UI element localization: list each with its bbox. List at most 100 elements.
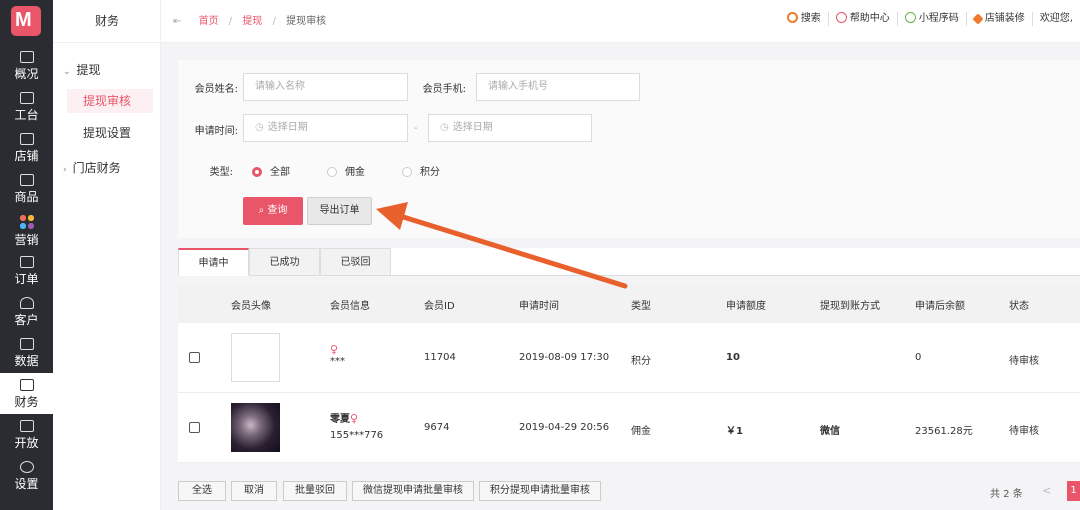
rail-item-overview[interactable]: 概况 bbox=[0, 45, 53, 86]
filter-panel: 会员姓名: 请输入名称 会员手机: 请输入手机号 申请时间: ◷ 选择日期 - ◷… bbox=[178, 60, 1080, 238]
sidebar-title: 财务 bbox=[94, 14, 119, 28]
tab-pending[interactable]: 申请中 bbox=[178, 248, 249, 276]
type-radio-commission[interactable]: 佣金 bbox=[327, 163, 365, 178]
balance-after: 23561.28元 bbox=[915, 426, 973, 437]
status-tabs: 申请中 已成功 已驳回 bbox=[178, 248, 1080, 276]
header-tools: 搜索 帮助中心 小程序码 店铺装修 欢迎您, bbox=[780, 12, 1080, 26]
rail-item-workbench[interactable]: 工台 bbox=[0, 86, 53, 127]
rail-item-data[interactable]: 数据 bbox=[0, 332, 53, 373]
monitor-icon bbox=[19, 51, 34, 63]
chevron-right-icon: › bbox=[63, 165, 67, 175]
breadcrumb-current: 提现审核 bbox=[286, 16, 327, 27]
sidebar-item-withdraw-settings[interactable]: 提现设置 bbox=[67, 121, 153, 145]
store-icon bbox=[19, 133, 34, 145]
apply-amount: ￥1 bbox=[726, 426, 743, 437]
chevron-down-icon: ⌄ bbox=[63, 67, 71, 77]
withdraw-type: 佣金 bbox=[631, 426, 651, 437]
table-row: ♀ *** 11704 2019-08-09 17:30 积分 10 0 待审核 bbox=[178, 323, 1080, 393]
col-balance: 申请后余额 bbox=[915, 301, 965, 312]
tab-succeeded[interactable]: 已成功 bbox=[249, 248, 320, 276]
col-status: 状态 bbox=[1009, 301, 1029, 312]
sidebar-group-store-finance[interactable]: › 门店财务 bbox=[63, 159, 121, 176]
rail-item-products[interactable]: 商品 bbox=[0, 168, 53, 209]
select-all-button[interactable]: 全选 bbox=[178, 481, 226, 501]
end-date-input[interactable]: ◷ 选择日期 bbox=[428, 114, 592, 142]
type-label: 类型: bbox=[209, 167, 233, 178]
gear-icon bbox=[19, 461, 34, 473]
help-center-button[interactable]: 帮助中心 bbox=[827, 12, 897, 26]
order-icon bbox=[19, 256, 34, 268]
sidebar-group-withdraw[interactable]: ⌄ 提现 bbox=[63, 61, 101, 78]
rail-item-marketing[interactable]: 营销 bbox=[0, 209, 53, 250]
secondary-sidebar: 财务 ⌄ 提现 提现审核 提现设置 › 门店财务 bbox=[53, 0, 161, 510]
rail-item-customers[interactable]: 客户 bbox=[0, 291, 53, 332]
female-icon: ♀ bbox=[350, 412, 359, 425]
tab-rejected[interactable]: 已驳回 bbox=[320, 248, 391, 276]
apply-time: 2019-08-09 17:30 bbox=[519, 352, 610, 363]
member-name-label: 会员姓名: bbox=[194, 84, 238, 95]
brush-icon bbox=[972, 13, 984, 25]
apply-amount: 10 bbox=[726, 352, 740, 363]
query-button[interactable]: ⌕ 查询 bbox=[243, 197, 303, 225]
member-name-input[interactable]: 请输入名称 bbox=[243, 73, 408, 101]
rail-item-open[interactable]: 开放 bbox=[0, 414, 53, 455]
status-text: 待审核 bbox=[1009, 356, 1039, 367]
chart-icon bbox=[19, 338, 34, 350]
bag-icon bbox=[19, 174, 34, 186]
store-decorate-button[interactable]: 店铺装修 bbox=[965, 12, 1032, 26]
breadcrumb-withdraw[interactable]: 提现 bbox=[242, 16, 262, 27]
prev-page-button[interactable]: < bbox=[1042, 484, 1051, 497]
sidebar-item-withdraw-review[interactable]: 提现审核 bbox=[67, 89, 153, 113]
balance-after: 0 bbox=[915, 352, 922, 363]
table-header: 会员头像 会员信息 会员ID 申请时间 类型 申请额度 提现到账方式 申请后余额… bbox=[178, 284, 1080, 323]
type-radio-all[interactable]: 全部 bbox=[252, 163, 290, 178]
miniapp-code-button[interactable]: 小程序码 bbox=[896, 12, 966, 26]
cancel-selection-button[interactable]: 取消 bbox=[231, 481, 277, 501]
female-icon: ♀ bbox=[330, 343, 339, 356]
start-date-input[interactable]: ◷ 选择日期 bbox=[243, 114, 408, 142]
radio-dot bbox=[252, 167, 262, 177]
clock-icon: ◷ bbox=[440, 122, 449, 133]
row-checkbox[interactable] bbox=[189, 352, 200, 363]
total-count: 共 2 条 bbox=[990, 489, 1023, 500]
breadcrumb-separator: / bbox=[228, 16, 233, 27]
main-content: 会员姓名: 请输入名称 会员手机: 请输入手机号 申请时间: ◷ 选择日期 - ◷… bbox=[178, 60, 1080, 510]
search-icon bbox=[786, 12, 798, 23]
member-phone-label: 会员手机: bbox=[422, 84, 466, 95]
avatar bbox=[231, 403, 280, 452]
apply-time: 2019-04-29 20:56 bbox=[519, 422, 610, 433]
radio-dot bbox=[402, 167, 412, 177]
col-avatar: 会员头像 bbox=[231, 301, 271, 312]
top-header: ⇤ 首页 / 提现 / 提现审核 搜索 帮助中心 小程序码 店铺装修 欢迎您, bbox=[161, 0, 1080, 43]
points-batch-review-button[interactable]: 积分提现申请批量审核 bbox=[479, 481, 601, 501]
breadcrumb-home[interactable]: 首页 bbox=[199, 16, 219, 27]
rail-item-finance[interactable]: 财务 bbox=[0, 373, 53, 414]
search-button[interactable]: 搜索 bbox=[780, 12, 828, 26]
rail-item-store[interactable]: 店铺 bbox=[0, 127, 53, 168]
wechat-batch-review-button[interactable]: 微信提现申请批量审核 bbox=[352, 481, 474, 501]
rail-item-settings[interactable]: 设置 bbox=[0, 455, 53, 496]
avatar bbox=[231, 333, 280, 382]
type-radio-points[interactable]: 积分 bbox=[402, 163, 440, 178]
breadcrumb: ⇤ 首页 / 提现 / 提现审核 bbox=[173, 12, 326, 27]
member-info: 零夏♀ 155***776 bbox=[330, 412, 384, 441]
export-orders-button[interactable]: 导出订单 bbox=[307, 197, 372, 225]
apps-icon bbox=[19, 215, 34, 229]
page-1-button[interactable]: 1 bbox=[1067, 481, 1080, 501]
member-id: 9674 bbox=[424, 422, 450, 433]
date-range-separator: - bbox=[414, 123, 418, 134]
member-info: ♀ *** bbox=[330, 343, 345, 367]
payout-method: 微信 bbox=[820, 426, 840, 437]
brand-logo[interactable]: M bbox=[11, 6, 41, 36]
col-type: 类型 bbox=[631, 301, 651, 312]
rail-item-orders[interactable]: 订单 bbox=[0, 250, 53, 291]
desktop-icon bbox=[19, 92, 34, 104]
collapse-icon[interactable]: ⇤ bbox=[173, 16, 181, 27]
status-text: 待审核 bbox=[1009, 426, 1039, 437]
col-method: 提现到账方式 bbox=[820, 301, 880, 312]
member-phone-input[interactable]: 请输入手机号 bbox=[476, 73, 640, 101]
batch-reject-button[interactable]: 批量驳回 bbox=[283, 481, 347, 501]
clock-icon: ◷ bbox=[255, 122, 264, 133]
help-icon bbox=[835, 12, 847, 23]
row-checkbox[interactable] bbox=[189, 422, 200, 433]
